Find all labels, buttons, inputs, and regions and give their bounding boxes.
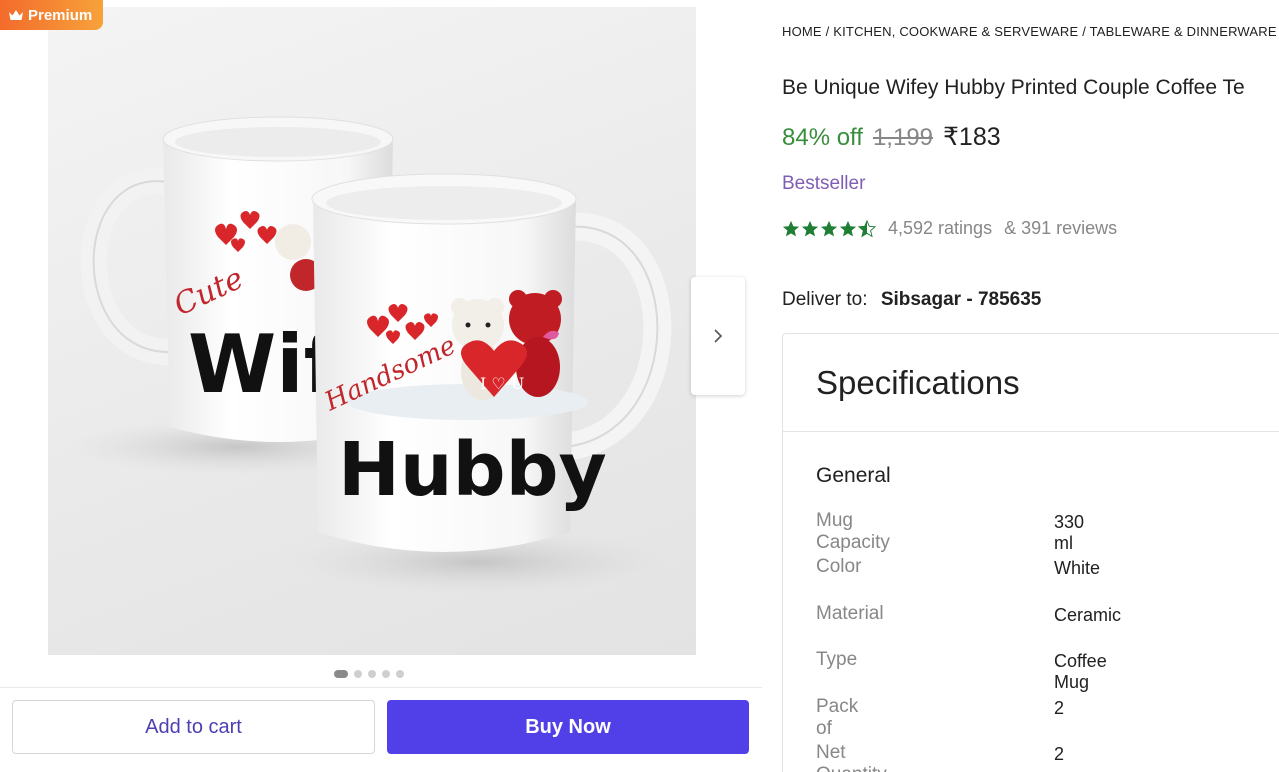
- product-gallery-panel: Premium Cute Wif I ♡ U Handsome Hubby Ad…: [0, 0, 762, 772]
- selling-price: ₹183: [943, 123, 1001, 151]
- buy-now-button[interactable]: Buy Now: [387, 700, 749, 754]
- carousel-dot-2[interactable]: [354, 670, 362, 678]
- spec-key: Color: [816, 556, 862, 578]
- original-price: 1,199: [872, 124, 934, 151]
- spec-value: 2: [1054, 743, 1065, 764]
- deliver-label: Deliver to:: [782, 289, 868, 310]
- breadcrumb: HOME / KITCHEN, COOKWARE & SERVEWARE / T…: [782, 24, 1279, 39]
- spec-value: White: [1054, 558, 1101, 579]
- spec-key: Material: [816, 602, 884, 624]
- breadcrumb-tableware[interactable]: TABLEWARE & DINNERWARE: [1090, 24, 1277, 39]
- carousel-dot-4[interactable]: [382, 670, 390, 678]
- chevron-right-icon: [714, 329, 723, 343]
- premium-label: Premium: [28, 6, 93, 24]
- spec-value: 2: [1054, 697, 1065, 718]
- carousel-dot-3[interactable]: [368, 670, 376, 678]
- spec-value: 330 ml: [1054, 512, 1085, 553]
- spec-key: Net Quantity: [816, 741, 887, 772]
- ratings-count: 4,592 ratings: [888, 218, 993, 238]
- product-details-panel: HOME / KITCHEN, COOKWARE & SERVEWARE / T…: [782, 0, 1279, 772]
- mug-front-word: Hubby: [338, 427, 607, 513]
- reviews-count: & 391 reviews: [1004, 218, 1118, 238]
- spec-value: Ceramic: [1054, 604, 1122, 625]
- next-image-button[interactable]: [691, 277, 745, 395]
- spec-key: Type: [816, 649, 858, 671]
- crown-icon: [9, 10, 23, 20]
- product-title: Be Unique Wifey Hubby Printed Couple Cof…: [782, 76, 1245, 99]
- bestseller-tag: Bestseller: [782, 173, 866, 194]
- half-star-icon: [858, 219, 876, 237]
- star-icon: [801, 220, 819, 236]
- spec-value: Coffee Mug: [1054, 651, 1107, 693]
- price-row: 84% off 1,199 ₹183: [782, 122, 1001, 152]
- star-icon: [839, 220, 857, 236]
- carousel-dot-1[interactable]: [334, 670, 348, 678]
- carousel-dot-5[interactable]: [396, 670, 404, 678]
- spec-key: Pack of: [816, 695, 859, 739]
- carousel-dots: [334, 670, 404, 678]
- specifications-heading: Specifications: [783, 334, 1279, 432]
- star-icon: [820, 220, 838, 236]
- product-image[interactable]: Cute Wif I ♡ U Handsome Hubby: [48, 7, 696, 655]
- specifications-card: Specifications General Mug Capacity 330 …: [782, 333, 1279, 772]
- heart-text: I ♡ U: [480, 374, 524, 393]
- deliver-location-value: Sibsagar - 785635: [880, 289, 1042, 310]
- star-rating: [782, 219, 876, 238]
- mugs-illustration: Cute Wif I ♡ U Handsome Hubby: [68, 116, 672, 594]
- discount-percent: 84% off: [782, 124, 863, 151]
- breadcrumb-kitchen[interactable]: KITCHEN, COOKWARE & SERVEWARE: [833, 24, 1078, 39]
- premium-badge: Premium: [0, 0, 103, 30]
- spec-key: Mug Capacity: [816, 510, 890, 553]
- delivery-location[interactable]: Deliver to: Sibsagar - 785635: [782, 289, 1041, 311]
- action-bar: Add to cart Buy Now: [0, 687, 762, 772]
- star-icon: [782, 220, 800, 236]
- breadcrumb-home[interactable]: HOME: [782, 24, 822, 39]
- breadcrumb-separator: /: [1082, 24, 1090, 39]
- spec-group-title: General: [816, 464, 891, 487]
- add-to-cart-button[interactable]: Add to cart: [12, 700, 375, 754]
- rating-row[interactable]: 4,592 ratings & 391 reviews: [782, 218, 1117, 239]
